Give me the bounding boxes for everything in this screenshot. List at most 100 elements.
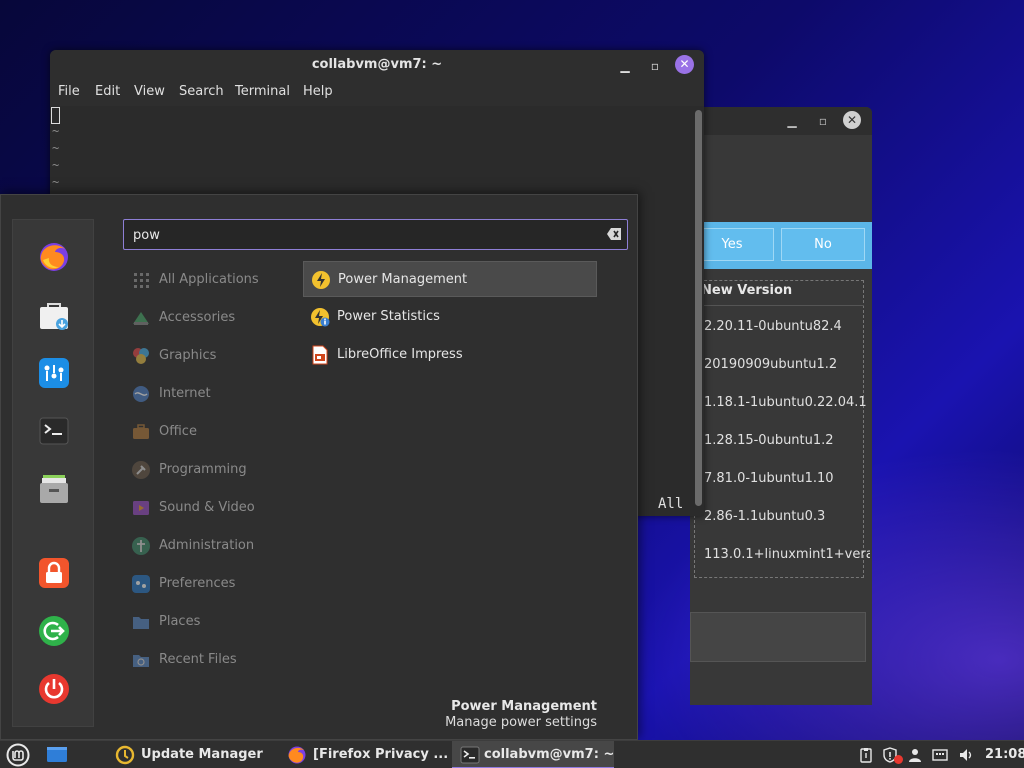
grid-icon [134, 273, 149, 288]
search-input[interactable] [133, 226, 593, 244]
search-field[interactable] [123, 219, 628, 250]
update-manager-window: ▁ ▫ ✕ Yes No New Version 2.20.11-0ubuntu… [690, 107, 872, 705]
result-label: Power Statistics [337, 309, 440, 324]
column-header-new-version[interactable]: New Version [701, 283, 792, 298]
category-places[interactable]: Places [131, 610, 291, 634]
category-programming[interactable]: Programming [131, 458, 291, 482]
category-all-applications[interactable]: All Applications [131, 268, 291, 292]
category-label: Programming [159, 462, 247, 477]
recent-folder-icon [133, 655, 149, 667]
taskbar: Update Manager [Firefox Privacy ... coll… [0, 740, 1024, 768]
folder-icon [133, 617, 149, 629]
administration-icon [132, 537, 150, 555]
category-label: Sound & Video [159, 500, 255, 515]
accessories-icon [133, 312, 149, 325]
category-label: Internet [159, 386, 211, 401]
menu-view[interactable]: View [134, 84, 165, 99]
libreoffice-impress-icon [312, 345, 328, 365]
empty-line-marker: ~ [52, 175, 60, 189]
close-button[interactable]: ✕ [675, 55, 694, 74]
application-menu: All Applications Accessories Graphics In… [0, 194, 638, 740]
menu-search[interactable]: Search [179, 84, 224, 99]
category-label: Accessories [159, 310, 236, 325]
selected-app-description: Manage power settings [445, 715, 597, 730]
category-recent-files[interactable]: Recent Files [131, 648, 291, 672]
firefox-icon[interactable] [37, 240, 71, 274]
globe-icon [133, 386, 149, 402]
minimize-button[interactable]: ▁ [615, 56, 635, 76]
update-manager-icon [115, 745, 135, 765]
category-accessories[interactable]: Accessories [131, 306, 291, 330]
version-cell[interactable]: 20190909ubuntu1.2 [704, 357, 870, 372]
category-graphics[interactable]: Graphics [131, 344, 291, 368]
taskbar-item-update-manager[interactable]: Update Manager [115, 741, 265, 768]
logout-icon[interactable] [37, 614, 71, 648]
power-statistics-icon [311, 308, 330, 327]
selected-app-name: Power Management [451, 699, 597, 714]
clock[interactable]: 21:08 [985, 747, 1024, 762]
result-libreoffice-impress[interactable]: LibreOffice Impress [303, 337, 597, 373]
taskbar-item-terminal[interactable]: collabvm@vm7: ~ [452, 741, 614, 768]
preferences-icon [132, 575, 150, 593]
category-label: Places [159, 614, 201, 629]
text-cursor [51, 107, 60, 124]
category-internet[interactable]: Internet [131, 382, 291, 406]
taskbar-item-firefox[interactable]: [Firefox Privacy ... [287, 741, 448, 768]
taskbar-item-label: Update Manager [141, 747, 263, 762]
version-cell[interactable]: 1.18.1-1ubuntu0.22.04.1 [704, 395, 870, 410]
version-cell[interactable]: 113.0.1+linuxmint1+vera [704, 547, 870, 562]
close-button[interactable]: ✕ [843, 111, 861, 129]
header-divider [694, 305, 864, 306]
pager-status: All [658, 496, 684, 512]
no-button[interactable]: No [781, 228, 865, 261]
maximize-button[interactable]: ▫ [645, 56, 665, 76]
terminal-scrollbar[interactable] [694, 106, 704, 516]
user-icon[interactable] [907, 747, 923, 763]
menu-terminal[interactable]: Terminal [235, 84, 290, 99]
show-desktop-icon[interactable] [46, 745, 68, 765]
taskbar-item-label: collabvm@vm7: ~ [484, 747, 615, 762]
category-administration[interactable]: Administration [131, 534, 291, 558]
lock-icon[interactable] [37, 556, 71, 590]
result-power-statistics[interactable]: Power Statistics [303, 299, 597, 335]
menu-help[interactable]: Help [303, 84, 333, 99]
terminal-icon [460, 746, 480, 764]
category-label: Graphics [159, 348, 217, 363]
graphics-icon [133, 348, 149, 364]
mint-menu-icon[interactable] [5, 743, 31, 767]
window-title: collabvm@vm7: ~ [311, 57, 443, 72]
scrollbar-thumb[interactable] [695, 110, 702, 506]
volume-icon[interactable] [958, 747, 974, 763]
category-label: Recent Files [159, 652, 237, 667]
version-cell[interactable]: 2.20.11-0ubuntu82.4 [704, 319, 870, 334]
power-management-icon [312, 271, 330, 289]
minimize-button[interactable]: ▁ [782, 111, 802, 131]
files-icon[interactable] [37, 472, 71, 506]
version-cell[interactable]: 7.81.0-1ubuntu1.10 [704, 471, 870, 486]
power-icon[interactable] [37, 672, 71, 706]
clear-search-icon[interactable] [607, 228, 621, 240]
category-label: Preferences [159, 576, 236, 591]
terminal-titlebar[interactable]: collabvm@vm7: ~ [50, 50, 704, 80]
software-manager-icon[interactable] [37, 298, 71, 332]
result-label: Power Management [338, 272, 468, 287]
maximize-button[interactable]: ▫ [813, 111, 833, 131]
category-label: All Applications [159, 272, 259, 287]
update-prompt-bar: Yes No [690, 222, 872, 269]
favorites-bar [12, 219, 94, 727]
clipboard-icon[interactable] [858, 747, 874, 763]
network-icon[interactable] [932, 747, 948, 763]
terminal-icon[interactable] [37, 414, 71, 448]
version-cell[interactable]: 1.28.15-0ubuntu1.2 [704, 433, 870, 448]
category-sound-video[interactable]: Sound & Video [131, 496, 291, 520]
firefox-icon [288, 746, 306, 764]
result-power-management[interactable]: Power Management [303, 261, 597, 297]
menu-edit[interactable]: Edit [95, 84, 120, 99]
category-label: Office [159, 424, 197, 439]
media-icon [133, 501, 149, 515]
menu-file[interactable]: File [58, 84, 80, 99]
category-office[interactable]: Office [131, 420, 291, 444]
category-preferences[interactable]: Preferences [131, 572, 291, 596]
version-cell[interactable]: 2.86-1.1ubuntu0.3 [704, 509, 870, 524]
settings-icon[interactable] [37, 356, 71, 390]
